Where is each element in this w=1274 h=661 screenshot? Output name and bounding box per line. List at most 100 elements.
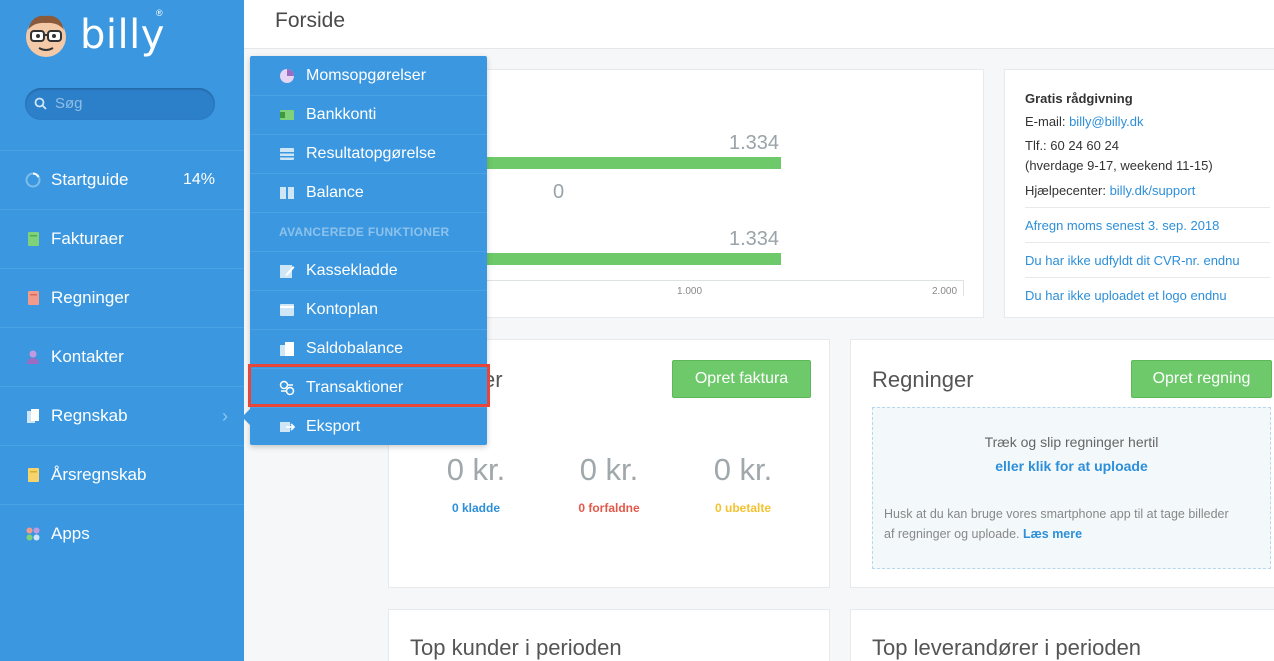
sidebar-item-label: Apps [51,524,90,543]
trial-balance-icon [280,342,294,356]
progress-ring-icon [25,172,41,188]
chart-right-border [963,280,964,296]
notice-logo-link[interactable]: Du har ikke uploadet et logo endnu [1025,288,1227,303]
menu-item-resultatopgorelse[interactable]: Resultatopgørelse [250,134,487,173]
menu-item-label: Balance [306,184,364,201]
unpaid-amount: 0 kr. [713,452,773,487]
phone-line: Tlf.: 60 24 60 24 [1025,138,1119,153]
bill-icon [28,291,39,305]
page-title: Forside [275,9,346,32]
sidebar-item-label: Fakturaer [51,229,124,248]
bar-1-value: 1.334 [729,132,780,154]
logo-text: billy [80,12,165,58]
tick-label-2000: 2.000 [932,286,958,297]
menu-item-balance[interactable]: Balance [250,173,487,212]
invoice-icon [28,232,39,246]
ledger-icon [27,409,39,423]
advanced-functions-heading: AVANCEREDE FUNKTIONER [250,212,487,251]
menu-item-eksport[interactable]: Eksport [250,407,487,446]
advice-card: Gratis rådgivning E-mail: billy@billy.dk… [1004,69,1274,318]
email-link[interactable]: billy@billy.dk [1069,114,1143,129]
dropzone-hint-2: af regninger og uploade. Læs mere [884,527,1082,541]
draft-count-link[interactable]: 0 kladde [406,501,546,515]
menu-item-bankkonti[interactable]: Bankkonti [250,95,487,134]
bill-dropzone[interactable]: Træk og slip regninger hertil eller klik… [872,407,1271,569]
journal-edit-icon [280,265,295,278]
search-icon [34,97,47,110]
chart-of-accounts-icon [280,304,294,316]
top-customers-card: Top kunder i perioden [388,609,830,661]
dropzone-line-1: Træk og slip regninger hertil [984,434,1159,450]
sidebar-item-startguide[interactable]: Startguide 14% [0,150,244,209]
regnskab-submenu: Momsopgørelser Bankkonti Resultatopgørel… [242,56,487,446]
sidebar-item-label: Startguide [51,170,129,189]
transactions-icon [279,380,295,396]
export-icon [280,422,295,432]
sidebar-item-label: Årsregnskab [51,465,147,484]
tick-label-1000: 1.000 [677,286,703,297]
sidebar-item-aarsregnskab[interactable]: Årsregnskab [0,445,244,504]
annual-report-icon [28,468,39,482]
help-label: Hjælpecenter: [1025,183,1106,198]
notice-vat-link[interactable]: Afregn moms senest 3. sep. 2018 [1025,218,1219,233]
help-line: Hjælpecenter: billy.dk/support [1025,183,1195,198]
divider [1025,242,1270,243]
notice-cvr-link[interactable]: Du har ikke udfyldt dit CVR-nr. endnu [1025,253,1240,268]
sidebar-item-apps[interactable]: Apps [0,504,244,563]
menu-item-label: Kontoplan [306,301,379,318]
logo[interactable]: billy [24,12,165,58]
sidebar-item-kontakter[interactable]: Kontakter [0,327,244,386]
help-link[interactable]: billy.dk/support [1110,183,1196,198]
menu-item-label: Transaktioner [306,379,404,396]
sidebar-item-label: Kontakter [51,347,124,366]
advice-title: Gratis rådgivning [1025,91,1133,106]
sidebar-item-regnskab[interactable]: Regnskab › [0,386,244,445]
menu-item-label: Momsopgørelser [306,66,427,84]
divider [1025,277,1270,278]
apps-icon [26,527,40,541]
x-axis [487,280,964,281]
chevron-right-icon: › [222,405,228,426]
bills-card: Regninger Opret regning Træk og slip reg… [850,339,1274,588]
bills-title: Regninger [872,367,974,392]
overdue-amount: 0 kr. [579,452,639,487]
pie-chart-icon [280,68,294,83]
read-more-link[interactable]: Læs mere [1023,527,1082,541]
email-label: E-mail: [1025,114,1066,129]
bar-1 [487,157,781,169]
bar-2-value: 0 [553,181,565,203]
top-suppliers-card: Top leverandører i perioden [850,609,1274,661]
menu-item-label: Bankkonti [306,106,377,123]
billy-mascot-icon [24,12,68,58]
sidebar-item-fakturaer[interactable]: Fakturaer [0,209,244,268]
menu-item-label: Saldobalance [306,340,403,357]
sidebar-item-regninger[interactable]: Regninger [0,268,244,327]
menu-item-transaktioner[interactable]: Transaktioner [250,368,487,407]
upload-link[interactable]: eller klik for at uploade [873,458,1270,474]
balance-icon [280,187,294,199]
overdue-count-link[interactable]: 0 forfaldne [539,501,679,515]
menu-item-kontoplan[interactable]: Kontoplan [250,290,487,329]
unpaid-count-link[interactable]: 0 ubetalte [673,501,813,515]
bar-3-value: 1.334 [729,228,780,250]
menu-item-kassekladde[interactable]: Kassekladde [250,251,487,290]
create-bill-button[interactable]: Opret regning [1131,360,1272,398]
sidebar-nav: Startguide 14% Fakturaer Regninger Konta… [0,150,244,563]
create-invoice-button[interactable]: Opret faktura [672,360,811,398]
dropzone-hint-text: af regninger og uploade. [884,527,1020,541]
hours-line: (hverdage 9-17, weekend 11-15) [1025,158,1213,173]
email-line: E-mail: billy@billy.dk [1025,114,1143,129]
menu-item-label: Kassekladde [306,262,398,279]
bank-card-icon [280,110,294,120]
menu-item-momsopgorelser[interactable]: Momsopgørelser [250,56,487,95]
menu-item-saldobalance[interactable]: Saldobalance [250,329,487,368]
income-statement-icon [280,148,294,160]
dropzone-hint: Husk at du kan bruge vores smartphone ap… [884,507,1229,521]
draft-amount: 0 kr. [446,452,506,487]
contact-icon [27,350,39,364]
sidebar-item-label: Regnskab [51,406,128,425]
search-placeholder: Søg [55,95,83,112]
sidebar-item-label: Regninger [51,288,130,307]
search-input[interactable]: Søg [25,88,215,120]
bar-3 [487,253,781,265]
